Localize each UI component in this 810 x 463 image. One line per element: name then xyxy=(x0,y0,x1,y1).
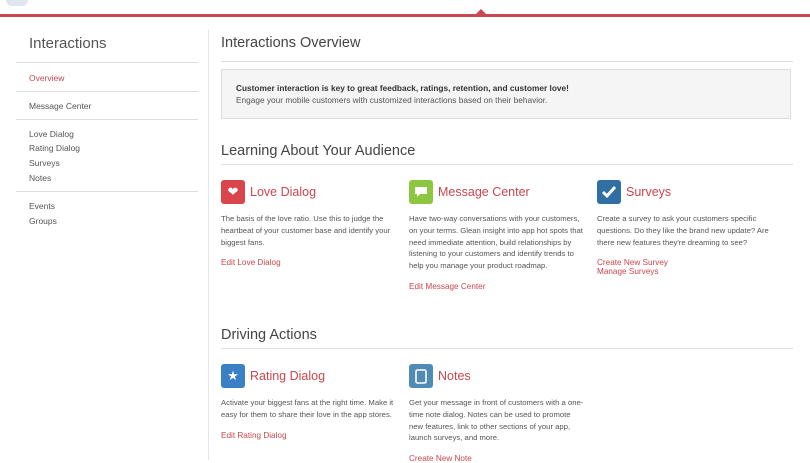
active-menu-caret-icon xyxy=(475,9,487,15)
vertical-divider xyxy=(208,30,209,460)
sidebar-item-surveys[interactable]: Surveys xyxy=(29,156,198,171)
sidebar-item-love-dialog[interactable]: Love Dialog xyxy=(29,127,198,142)
edit-rating-dialog-link[interactable]: Edit Rating Dialog xyxy=(221,431,397,440)
card-description: Have two-way conversations with your cus… xyxy=(409,214,583,271)
card-description: Activate your biggest fans at the right … xyxy=(221,398,394,419)
create-new-note-link[interactable]: Create New Note xyxy=(409,454,585,463)
card-message-center: Message Center Have two-way conversation… xyxy=(409,180,585,291)
card-title[interactable]: Message Center xyxy=(438,185,530,199)
callout-subtext: Engage your mobile customers with custom… xyxy=(236,95,548,105)
callout-headline: Customer interaction is key to great fee… xyxy=(236,83,569,93)
card-description: Create a survey to ask your customers sp… xyxy=(597,214,769,247)
card-title[interactable]: Notes xyxy=(438,369,471,383)
sidebar-item-groups[interactable]: Groups xyxy=(29,214,198,229)
card-description: Get your message in front of customers w… xyxy=(409,398,584,443)
section-title-driving-actions: Driving Actions xyxy=(221,327,317,343)
card-notes: Notes Get your message in front of custo… xyxy=(409,364,585,463)
manage-surveys-link[interactable]: Manage Surveys xyxy=(597,267,773,276)
divider xyxy=(221,348,793,349)
checkmark-icon xyxy=(597,180,621,204)
intro-callout: Customer interaction is key to great fee… xyxy=(221,69,791,119)
main-content: Interactions Overview Customer interacti… xyxy=(221,30,793,463)
card-description: The basis of the love ratio. Use this to… xyxy=(221,214,391,247)
section-title-learning: Learning About Your Audience xyxy=(221,143,416,159)
sidebar-item-notes[interactable]: Notes xyxy=(29,171,198,186)
edit-message-center-link[interactable]: Edit Message Center xyxy=(409,282,585,291)
heart-icon: ❤ xyxy=(221,180,245,204)
sidebar-item-overview[interactable]: Overview xyxy=(29,71,198,86)
sidebar: Interactions Overview Message Center Lov… xyxy=(16,30,198,228)
sidebar-item-rating-dialog[interactable]: Rating Dialog xyxy=(29,141,198,156)
sidebar-item-message-center[interactable]: Message Center xyxy=(29,99,198,114)
divider xyxy=(221,164,793,165)
sidebar-item-events[interactable]: Events xyxy=(29,199,198,214)
logo[interactable] xyxy=(6,0,28,6)
card-surveys: Surveys Create a survey to ask your cust… xyxy=(597,180,773,276)
card-rating-dialog: ★ Rating Dialog Activate your biggest fa… xyxy=(221,364,397,440)
create-new-survey-link[interactable]: Create New Survey xyxy=(597,258,773,267)
card-love-dialog: ❤ Love Dialog The basis of the love rati… xyxy=(221,180,397,267)
divider xyxy=(221,61,793,62)
page-title: Interactions Overview xyxy=(221,35,361,51)
edit-love-dialog-link[interactable]: Edit Love Dialog xyxy=(221,258,397,267)
chat-bubble-icon xyxy=(409,180,433,204)
note-icon xyxy=(409,364,433,388)
card-title[interactable]: Rating Dialog xyxy=(250,369,325,383)
sidebar-title: Interactions xyxy=(29,35,107,52)
top-navigation-bar xyxy=(0,0,810,17)
card-title[interactable]: Surveys xyxy=(626,185,671,199)
star-icon: ★ xyxy=(221,364,245,388)
card-title[interactable]: Love Dialog xyxy=(250,185,316,199)
